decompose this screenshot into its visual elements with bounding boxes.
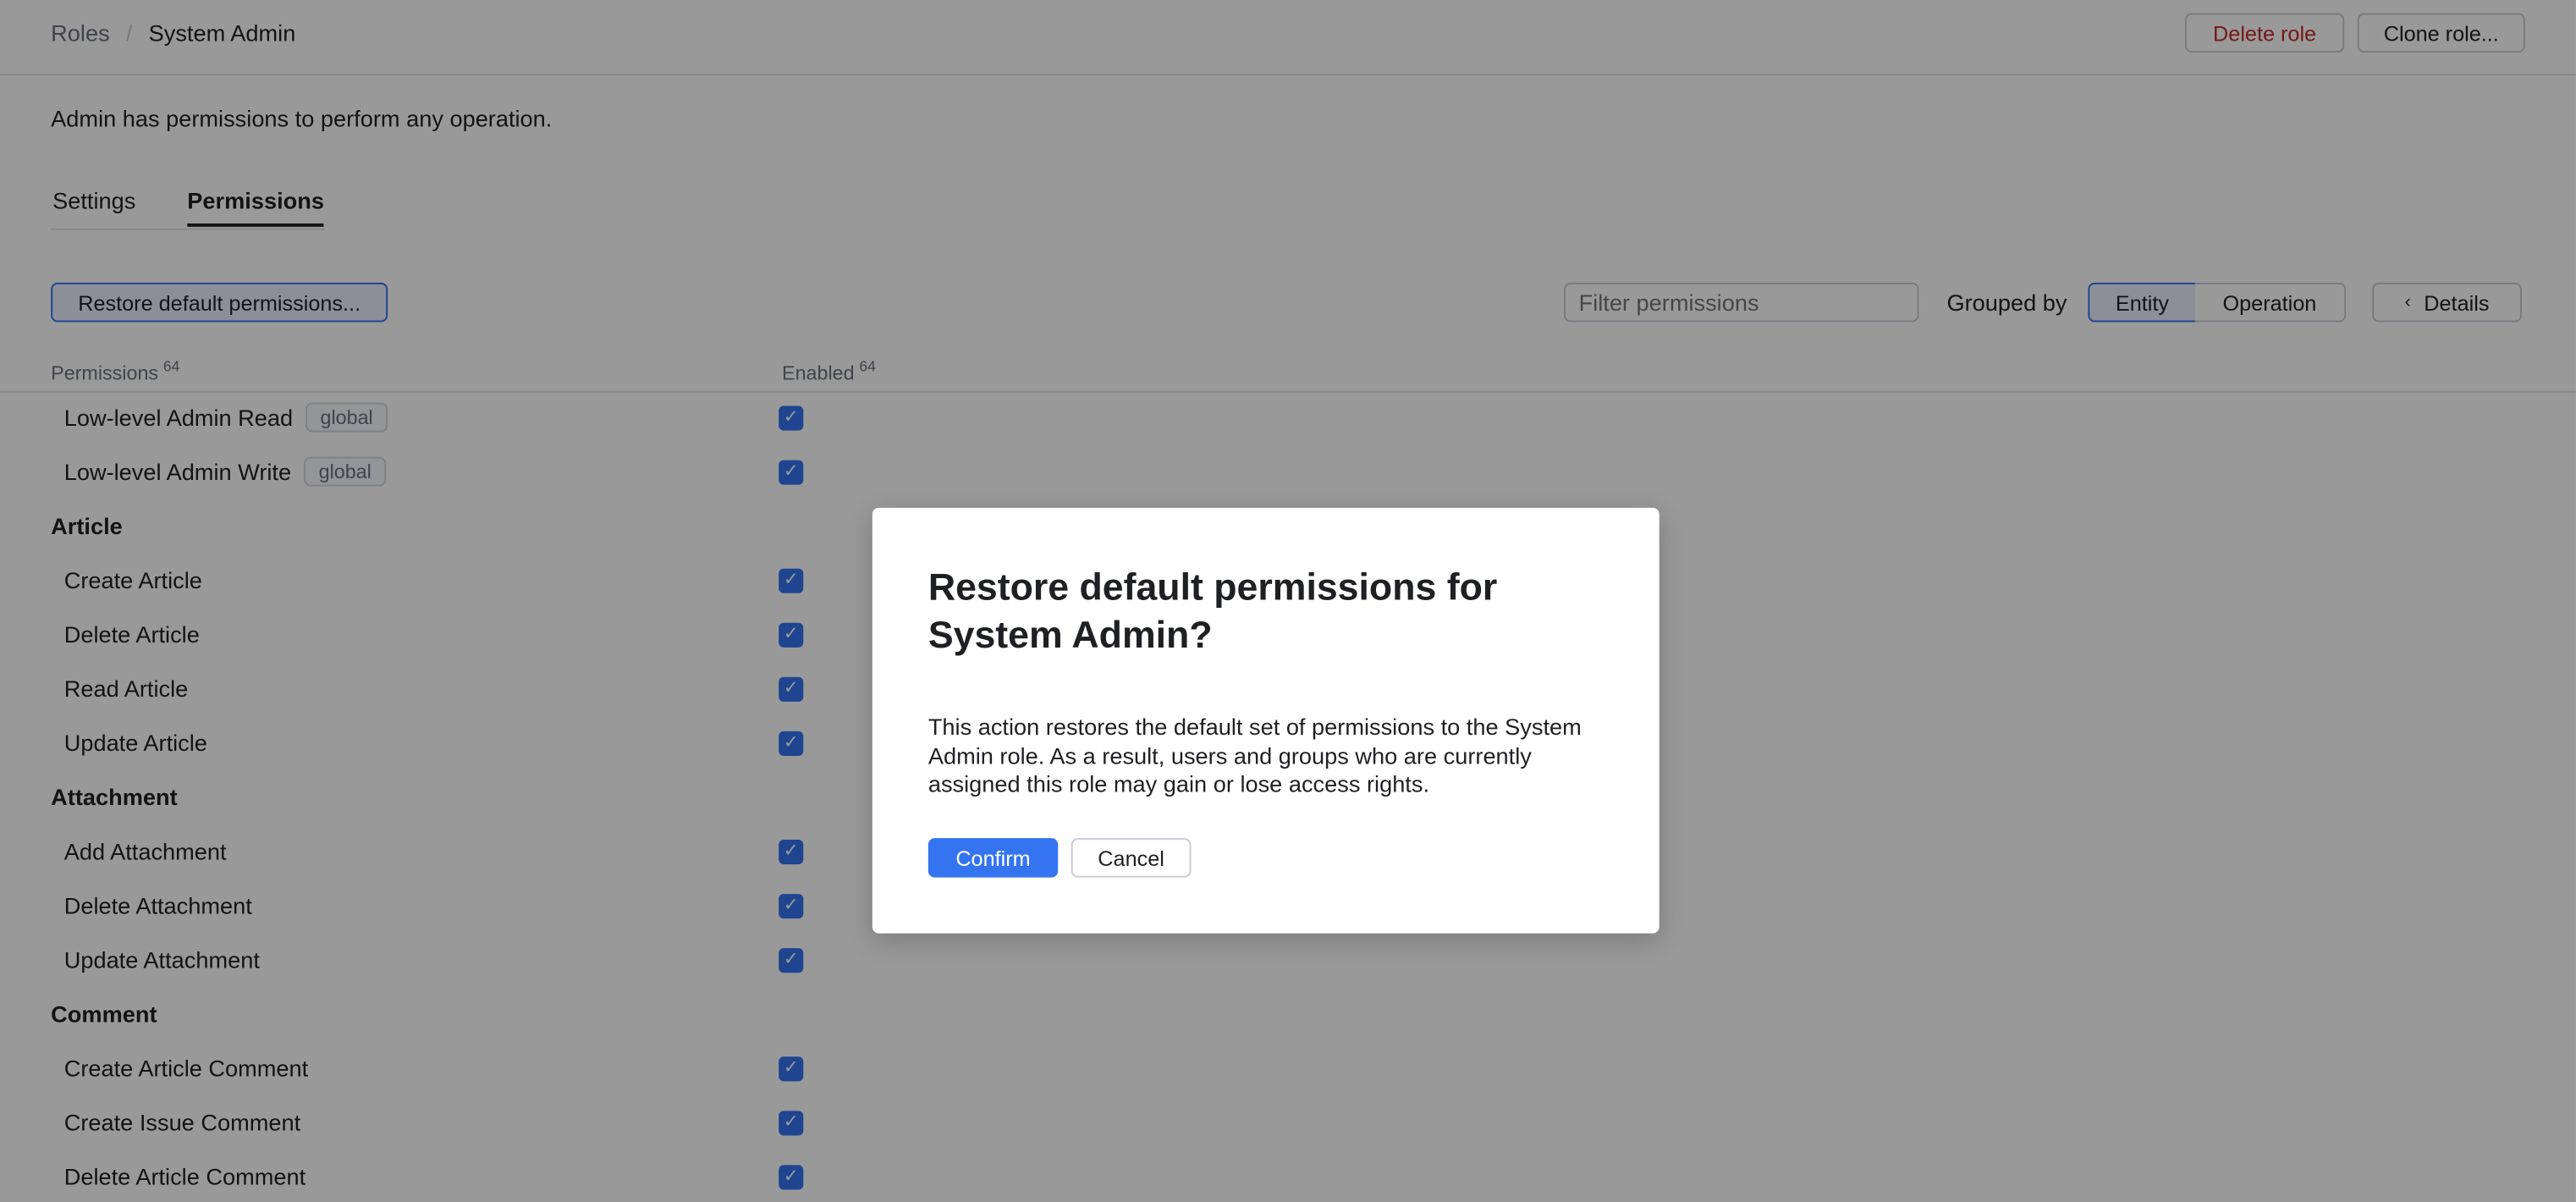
confirm-button[interactable]: Confirm	[928, 838, 1058, 878]
dialog-title: Restore default permissions for System A…	[928, 564, 1586, 659]
dialog-body: This action restores the default set of …	[928, 714, 1586, 800]
cancel-button[interactable]: Cancel	[1071, 838, 1192, 878]
page: Roles / System Admin Delete role Clone r…	[0, 0, 2576, 1202]
restore-defaults-dialog: Restore default permissions for System A…	[872, 508, 1660, 934]
